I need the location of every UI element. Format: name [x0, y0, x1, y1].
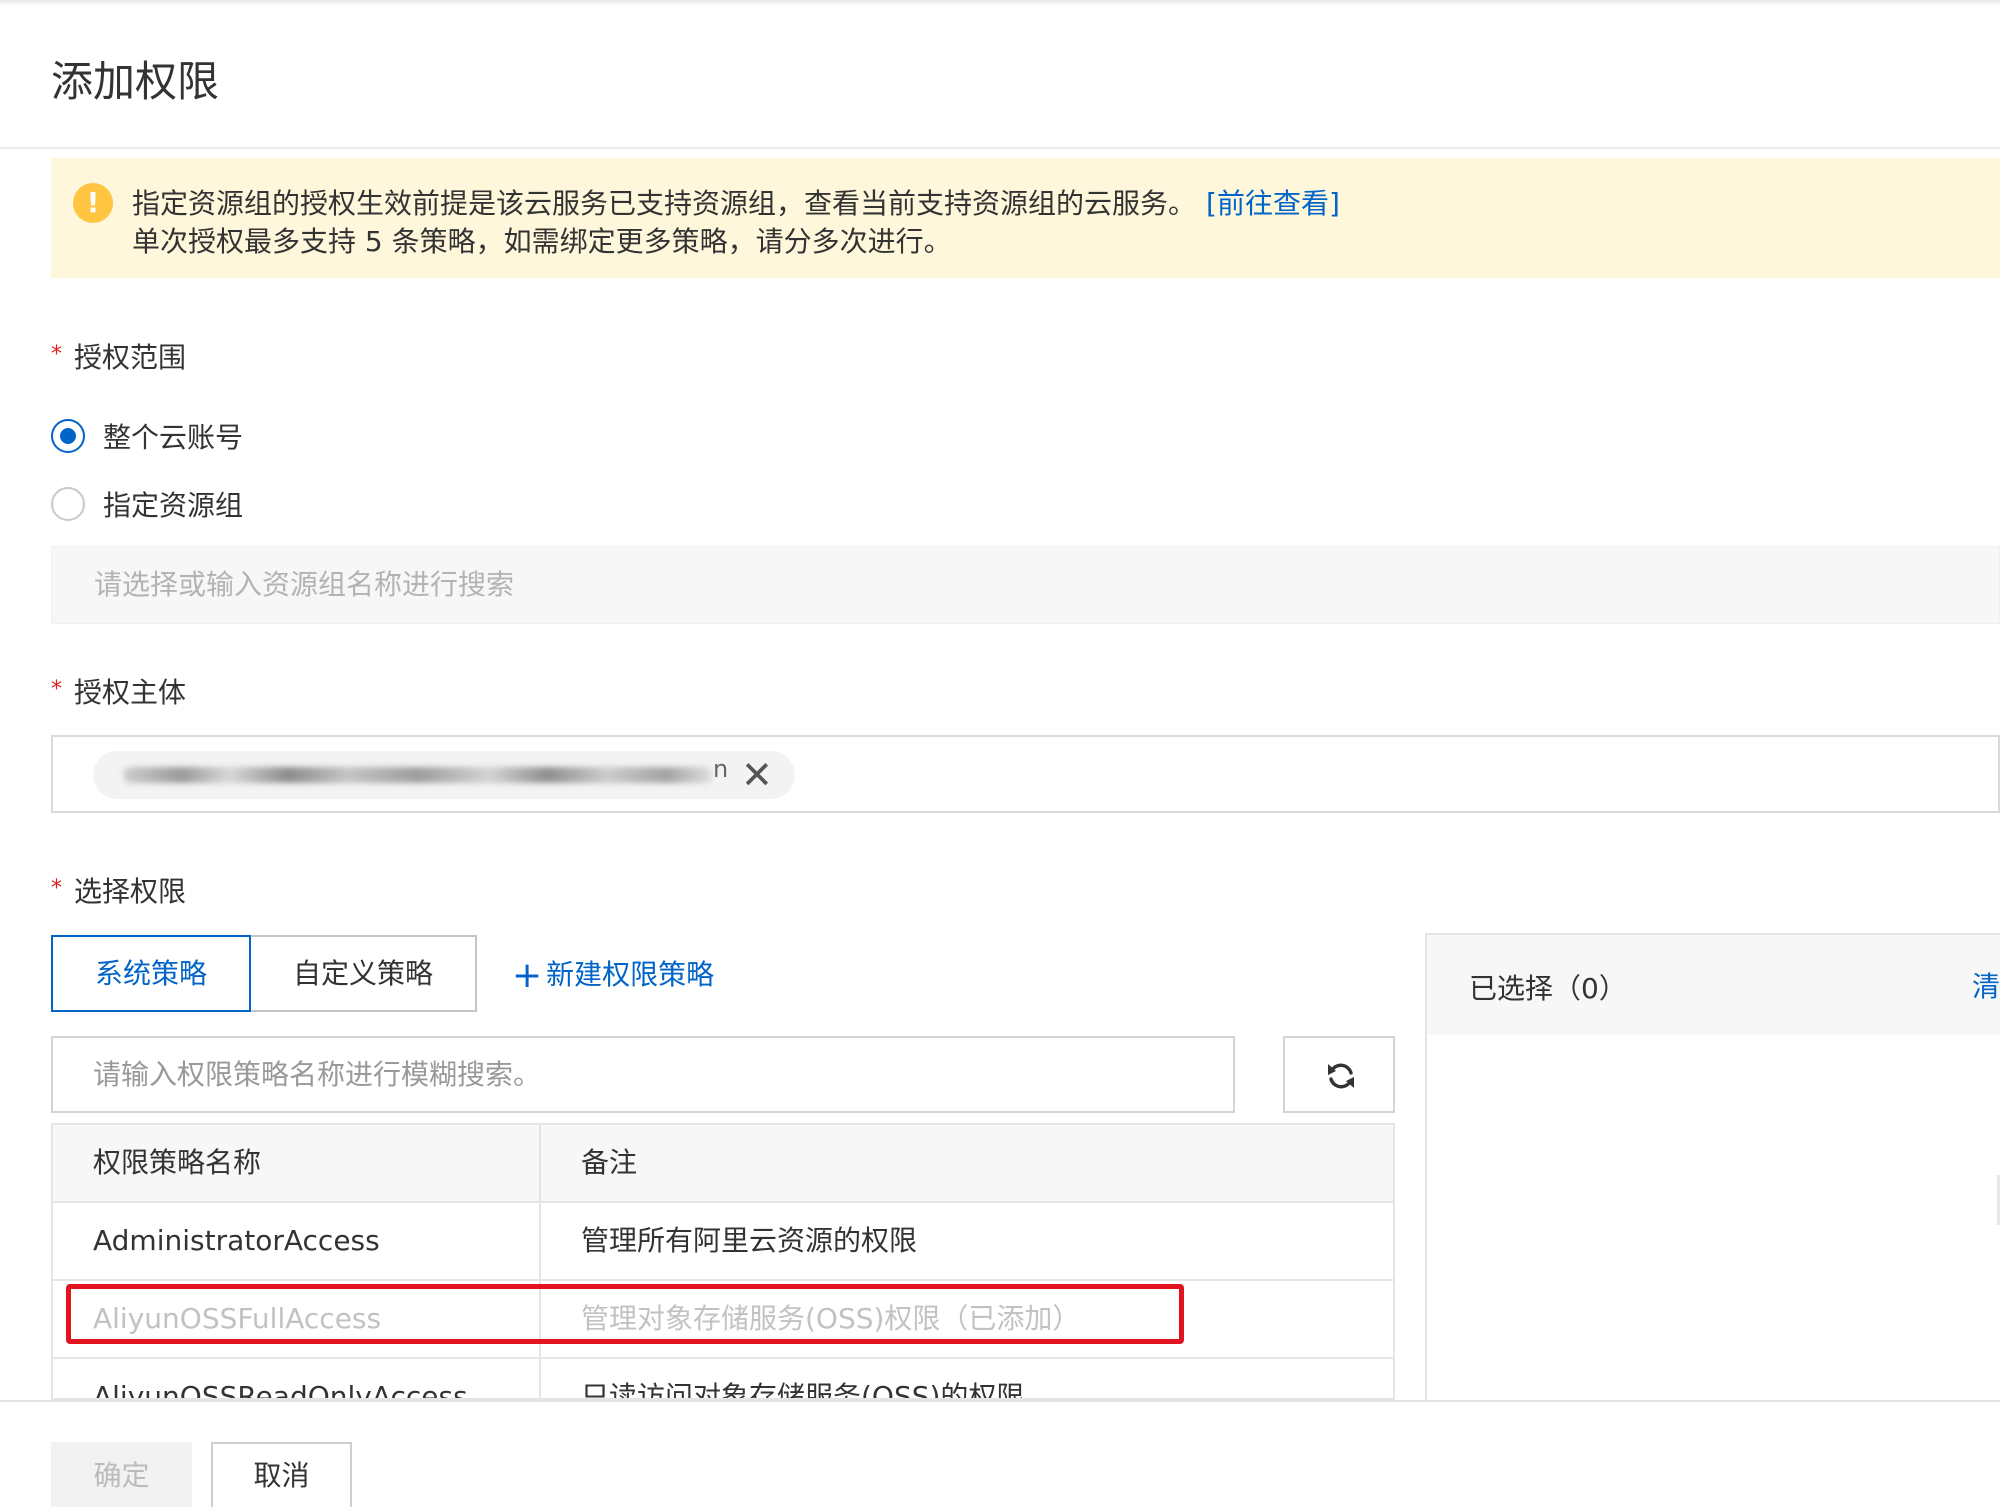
column-header-policy-name: 权限策略名称	[53, 1125, 541, 1201]
redacted-principal-name	[123, 767, 713, 783]
permissions-label: * 选择权限	[51, 870, 186, 910]
close-icon[interactable]: ✕	[741, 753, 773, 797]
selected-policies-panel: 已选择（0） 清	[1425, 933, 2000, 1403]
permissions-label-text: 选择权限	[74, 875, 187, 908]
radio-checked-icon[interactable]	[51, 419, 85, 453]
table-header: 权限策略名称 备注	[53, 1125, 1393, 1203]
column-header-note: 备注	[581, 1146, 638, 1179]
notice-line-1: 指定资源组的授权生效前提是该云服务已支持资源组，查看当前支持资源组的云服务。 [前…	[132, 182, 1340, 222]
policy-search-input[interactable]: 请输入权限策略名称进行模糊搜索。	[51, 1036, 1235, 1113]
radio-whole-account[interactable]: 整个云账号	[51, 418, 243, 454]
highlight-annotation-box	[66, 1284, 1184, 1344]
new-policy-label: 新建权限策略	[546, 958, 715, 991]
principal-label-text: 授权主体	[74, 676, 187, 709]
clear-selected-link[interactable]: 清	[1972, 965, 2000, 1005]
principal-label: * 授权主体	[51, 671, 186, 711]
refresh-icon	[1328, 1063, 1354, 1089]
top-shadow	[0, 0, 2000, 6]
policy-name: AliyunOSSReadOnlyAccess	[53, 1359, 541, 1398]
policy-name: AdministratorAccess	[53, 1203, 541, 1279]
radio-resource-group[interactable]: 指定资源组	[51, 486, 243, 522]
policy-note: 管理所有阿里云资源的权限	[581, 1224, 918, 1257]
warning-icon: !	[73, 183, 113, 223]
scope-label: * 授权范围	[51, 336, 186, 376]
radio-label-whole-account: 整个云账号	[103, 421, 244, 454]
radio-label-resource-group: 指定资源组	[103, 489, 244, 522]
footer-bar: 确定 取消	[0, 1400, 2000, 1507]
new-policy-link[interactable]: + 新建权限策略	[512, 952, 715, 996]
header-divider	[0, 147, 2000, 149]
policy-note: 只读访问对象存储服务(OSS)的权限	[581, 1380, 1025, 1400]
policy-type-tabs: 系统策略 自定义策略	[51, 935, 477, 1012]
plus-icon: +	[512, 955, 543, 996]
tab-system-policy[interactable]: 系统策略	[51, 935, 251, 1012]
refresh-button[interactable]	[1283, 1036, 1395, 1113]
confirm-button[interactable]: 确定	[51, 1442, 192, 1507]
radio-unchecked-icon[interactable]	[51, 487, 85, 521]
view-supported-services-link[interactable]: [前往查看]	[1206, 187, 1340, 220]
resource-group-select[interactable]: 请选择或输入资源组名称进行搜索	[51, 546, 2000, 624]
policy-table: 权限策略名称 备注 AdministratorAccess 管理所有阿里云资源的…	[51, 1123, 1395, 1400]
page-title: 添加权限	[51, 57, 220, 106]
principal-tag: n ✕	[93, 751, 795, 799]
required-asterisk: *	[51, 876, 62, 901]
notice-banner: ! 指定资源组的授权生效前提是该云服务已支持资源组，查看当前支持资源组的云服务。…	[51, 158, 2000, 278]
cancel-button[interactable]: 取消	[211, 1442, 352, 1507]
selected-panel-header: 已选择（0） 清	[1427, 935, 2000, 1035]
table-row[interactable]: AdministratorAccess 管理所有阿里云资源的权限	[53, 1203, 1393, 1281]
notice-text-1: 指定资源组的授权生效前提是该云服务已支持资源组，查看当前支持资源组的云服务。	[132, 187, 1197, 220]
selected-count-title: 已选择（0）	[1469, 972, 1627, 1005]
required-asterisk: *	[51, 342, 62, 367]
required-asterisk: *	[51, 677, 62, 702]
scope-label-text: 授权范围	[74, 341, 187, 374]
notice-line-2: 单次授权最多支持 5 条策略，如需绑定更多策略，请分多次进行。	[132, 225, 952, 258]
tab-custom-policy[interactable]: 自定义策略	[251, 935, 477, 1012]
table-row[interactable]: AliyunOSSReadOnlyAccess 只读访问对象存储服务(OSS)的…	[53, 1359, 1393, 1400]
principal-tag-tail: n	[713, 755, 729, 783]
principal-input[interactable]: n ✕	[51, 735, 2000, 813]
